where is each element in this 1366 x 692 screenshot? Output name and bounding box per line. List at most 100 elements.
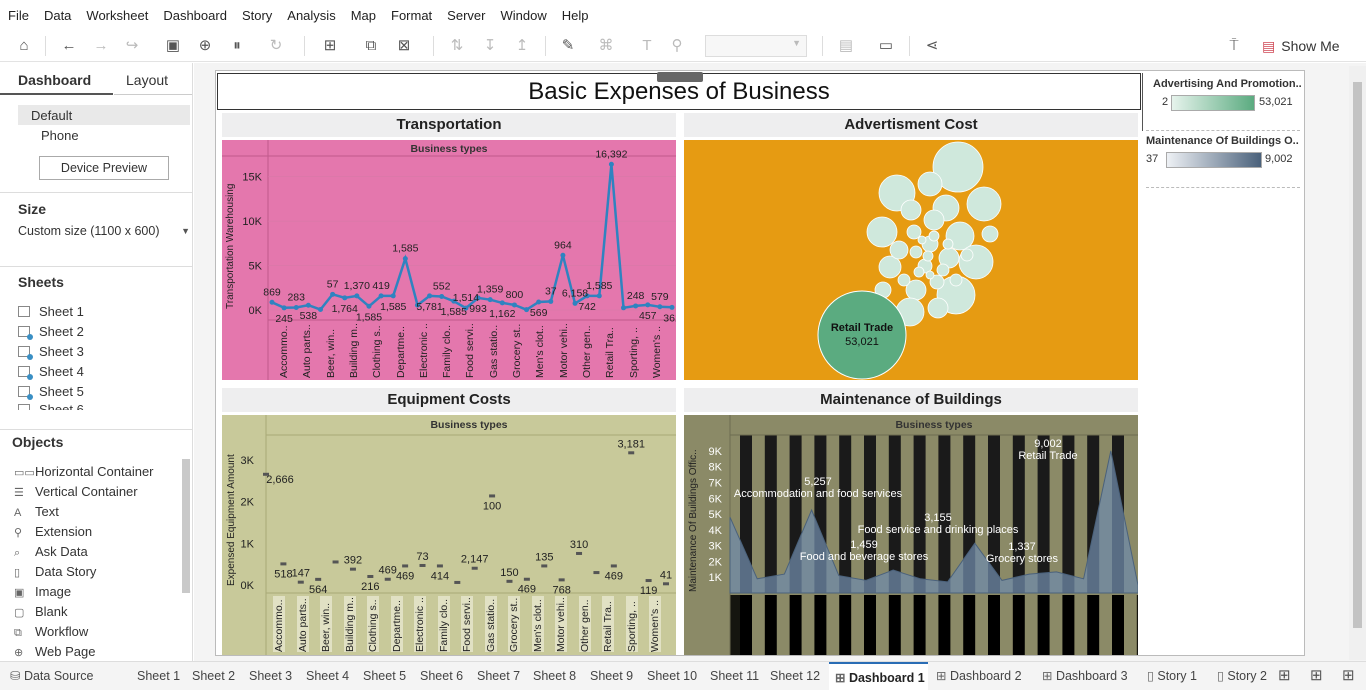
column-gap bbox=[1099, 595, 1112, 655]
menu-story[interactable]: Story bbox=[242, 8, 272, 23]
duplicate-sheet-icon[interactable]: ⧉ bbox=[361, 36, 381, 56]
sort-ascending-icon[interactable]: ↧ bbox=[480, 36, 500, 56]
scroll-thumb[interactable] bbox=[1353, 82, 1362, 628]
tab-sheet-3[interactable]: Sheet 3 bbox=[246, 662, 300, 691]
tab-dashboard-3[interactable]: ⊞ Dashboard 3 bbox=[1036, 662, 1138, 691]
object-label: Ask Data bbox=[35, 544, 88, 559]
tab-story-1[interactable]: ▯ Story 1 bbox=[1141, 662, 1208, 691]
sort-descending-icon[interactable]: ↥ bbox=[512, 36, 532, 56]
drag-handle[interactable] bbox=[657, 72, 703, 82]
refresh-icon[interactable]: ↻ bbox=[266, 36, 286, 56]
tab-dashboard-1[interactable]: ⊞ Dashboard 1 bbox=[829, 662, 928, 691]
sheet-item[interactable]: Sheet 2 bbox=[18, 324, 84, 340]
new-story-tab-icon[interactable]: ⊞ bbox=[1342, 662, 1364, 691]
menu-map[interactable]: Map bbox=[351, 8, 376, 23]
tab-dashboard-2[interactable]: ⊞ Dashboard 2 bbox=[930, 662, 1033, 691]
data-label: 469 bbox=[605, 570, 623, 582]
tab-label: Story 1 bbox=[1157, 669, 1197, 683]
pin-icon[interactable]: ⍑ bbox=[1224, 36, 1244, 56]
menu-window[interactable]: Window bbox=[500, 8, 546, 23]
ask-data-icon: ⌕ bbox=[14, 547, 21, 559]
undo-icon[interactable]: ← bbox=[59, 36, 79, 56]
object-workflow[interactable]: ⧉ Workflow bbox=[14, 624, 88, 640]
object-extension[interactable]: ⚲ Extension bbox=[14, 524, 92, 539]
presentation-mode-icon[interactable]: ▭ bbox=[876, 36, 896, 56]
sheet-item[interactable]: Sheet 3 bbox=[18, 344, 84, 360]
tab-sheet-8[interactable]: Sheet 8 bbox=[530, 662, 584, 691]
tab-sheet-1[interactable]: Sheet 1 bbox=[134, 662, 186, 691]
device-default[interactable]: Default bbox=[18, 105, 190, 125]
sheet-item[interactable]: Sheet 1 bbox=[18, 304, 84, 319]
fix-axes-icon[interactable]: ⚲ bbox=[667, 36, 687, 56]
tab-sheet-5[interactable]: Sheet 5 bbox=[360, 662, 414, 691]
object-text[interactable]: A Text bbox=[14, 504, 59, 519]
menu-analysis[interactable]: Analysis bbox=[287, 8, 335, 23]
menu-worksheet[interactable]: Worksheet bbox=[86, 8, 148, 23]
dashboard-icon: ⊞ bbox=[835, 671, 849, 685]
tab-label: Sheet 9 bbox=[590, 669, 634, 683]
group-icon[interactable]: ⌘ bbox=[596, 36, 616, 56]
object-data-story[interactable]: ▯ Data Story bbox=[14, 564, 96, 579]
object-ask-data[interactable]: ⌕ Ask Data bbox=[14, 544, 88, 560]
menu-format[interactable]: Format bbox=[391, 8, 432, 23]
tab-sheet-2[interactable]: Sheet 2 bbox=[189, 662, 243, 691]
tab-data-source[interactable]: ⛁ Data Source bbox=[0, 662, 130, 691]
fit-dropdown[interactable]: ▼ bbox=[705, 35, 807, 57]
advert-bubble-chart[interactable] bbox=[684, 140, 1138, 380]
menu-server[interactable]: Server bbox=[447, 8, 485, 23]
divider bbox=[0, 266, 193, 267]
sheet-item[interactable]: Sheet 4 bbox=[18, 364, 84, 380]
menu-file[interactable]: File bbox=[8, 8, 29, 23]
tab-sheet-10[interactable]: Sheet 10 bbox=[644, 662, 704, 691]
pause-updates-icon[interactable]: ⏸ bbox=[227, 36, 247, 56]
menu-help[interactable]: Help bbox=[562, 8, 589, 23]
data-label: 419 bbox=[372, 280, 390, 292]
tab-sheet-9[interactable]: Sheet 9 bbox=[587, 662, 641, 691]
show-labels-icon[interactable]: T bbox=[637, 36, 657, 56]
tab-sheet-6[interactable]: Sheet 6 bbox=[417, 662, 471, 691]
maint-chart[interactable]: 1K 2K 3K 4K 5K 6K 7K 8K 9K 9,002Retail Trade 5,257… bbox=[684, 415, 1138, 655]
object-horizontal-container[interactable]: ▭▭Horizontal Container bbox=[14, 464, 154, 479]
tab-sheet-12[interactable]: Sheet 12 bbox=[767, 662, 826, 691]
swap-axes-icon[interactable]: ⇅ bbox=[447, 36, 467, 56]
size-dropdown[interactable]: Custom size (1100 x 600) ▼ bbox=[18, 224, 190, 242]
bar-mark bbox=[384, 577, 391, 581]
menu-data[interactable]: Data bbox=[44, 8, 71, 23]
new-dashboard-tab-icon[interactable]: ⊞ bbox=[1310, 662, 1332, 691]
menu-dashboard[interactable]: Dashboard bbox=[163, 8, 227, 23]
objects-scrollbar[interactable] bbox=[182, 459, 190, 593]
device-phone[interactable]: Phone bbox=[41, 128, 79, 143]
tab-dashboard[interactable]: Dashboard bbox=[0, 63, 113, 95]
object-vertical-container[interactable]: ☰ Vertical Container bbox=[14, 484, 138, 499]
highlight-icon[interactable]: ✎ bbox=[558, 36, 578, 56]
sheet-item[interactable]: Sheet 5 bbox=[18, 384, 84, 400]
tab-layout[interactable]: Layout‹ bbox=[114, 63, 198, 95]
column-gap bbox=[950, 595, 964, 655]
data-label: 1,585 bbox=[380, 301, 406, 313]
home-icon[interactable]: ⌂ bbox=[14, 36, 34, 56]
new-datasource-icon[interactable]: ⊕ bbox=[195, 36, 215, 56]
canvas-scrollbar[interactable] bbox=[1349, 66, 1366, 660]
device-preview-button[interactable]: Device Preview bbox=[39, 156, 169, 180]
tab-sheet-4[interactable]: Sheet 4 bbox=[303, 662, 357, 691]
tab-sheet-11[interactable]: Sheet 11 bbox=[707, 662, 764, 691]
clear-sheet-icon[interactable]: ⊠ bbox=[394, 36, 414, 56]
new-worksheet-tab-icon[interactable]: ⊞ bbox=[1278, 662, 1300, 691]
equip-title: Equipment Costs bbox=[222, 388, 676, 412]
object-blank[interactable]: ▢ Blank bbox=[14, 604, 68, 619]
tab-sheet-7[interactable]: Sheet 7 bbox=[474, 662, 527, 691]
redo-icon[interactable]: → bbox=[91, 36, 111, 56]
x-tick-label: Accommo.. bbox=[278, 325, 290, 378]
sheet-item[interactable]: Sheet 6 bbox=[18, 402, 84, 410]
tab-story-2[interactable]: ▯ Story 2 bbox=[1211, 662, 1271, 691]
show-me-button[interactable]: ▤ Show Me bbox=[1262, 36, 1340, 56]
bubble bbox=[922, 250, 934, 262]
object-image[interactable]: ▣ Image bbox=[14, 584, 71, 599]
save-icon[interactable]: ▣ bbox=[163, 36, 183, 56]
share-icon[interactable]: ⋖ bbox=[922, 36, 942, 56]
show-cards-icon[interactable]: ▤ bbox=[836, 36, 856, 56]
replay-icon[interactable]: ↪ bbox=[122, 36, 142, 56]
transport-header: Business types bbox=[410, 143, 488, 155]
new-worksheet-icon[interactable]: ⊞ bbox=[320, 36, 340, 56]
object-web-page[interactable]: ⊕ Web Page bbox=[14, 644, 95, 659]
